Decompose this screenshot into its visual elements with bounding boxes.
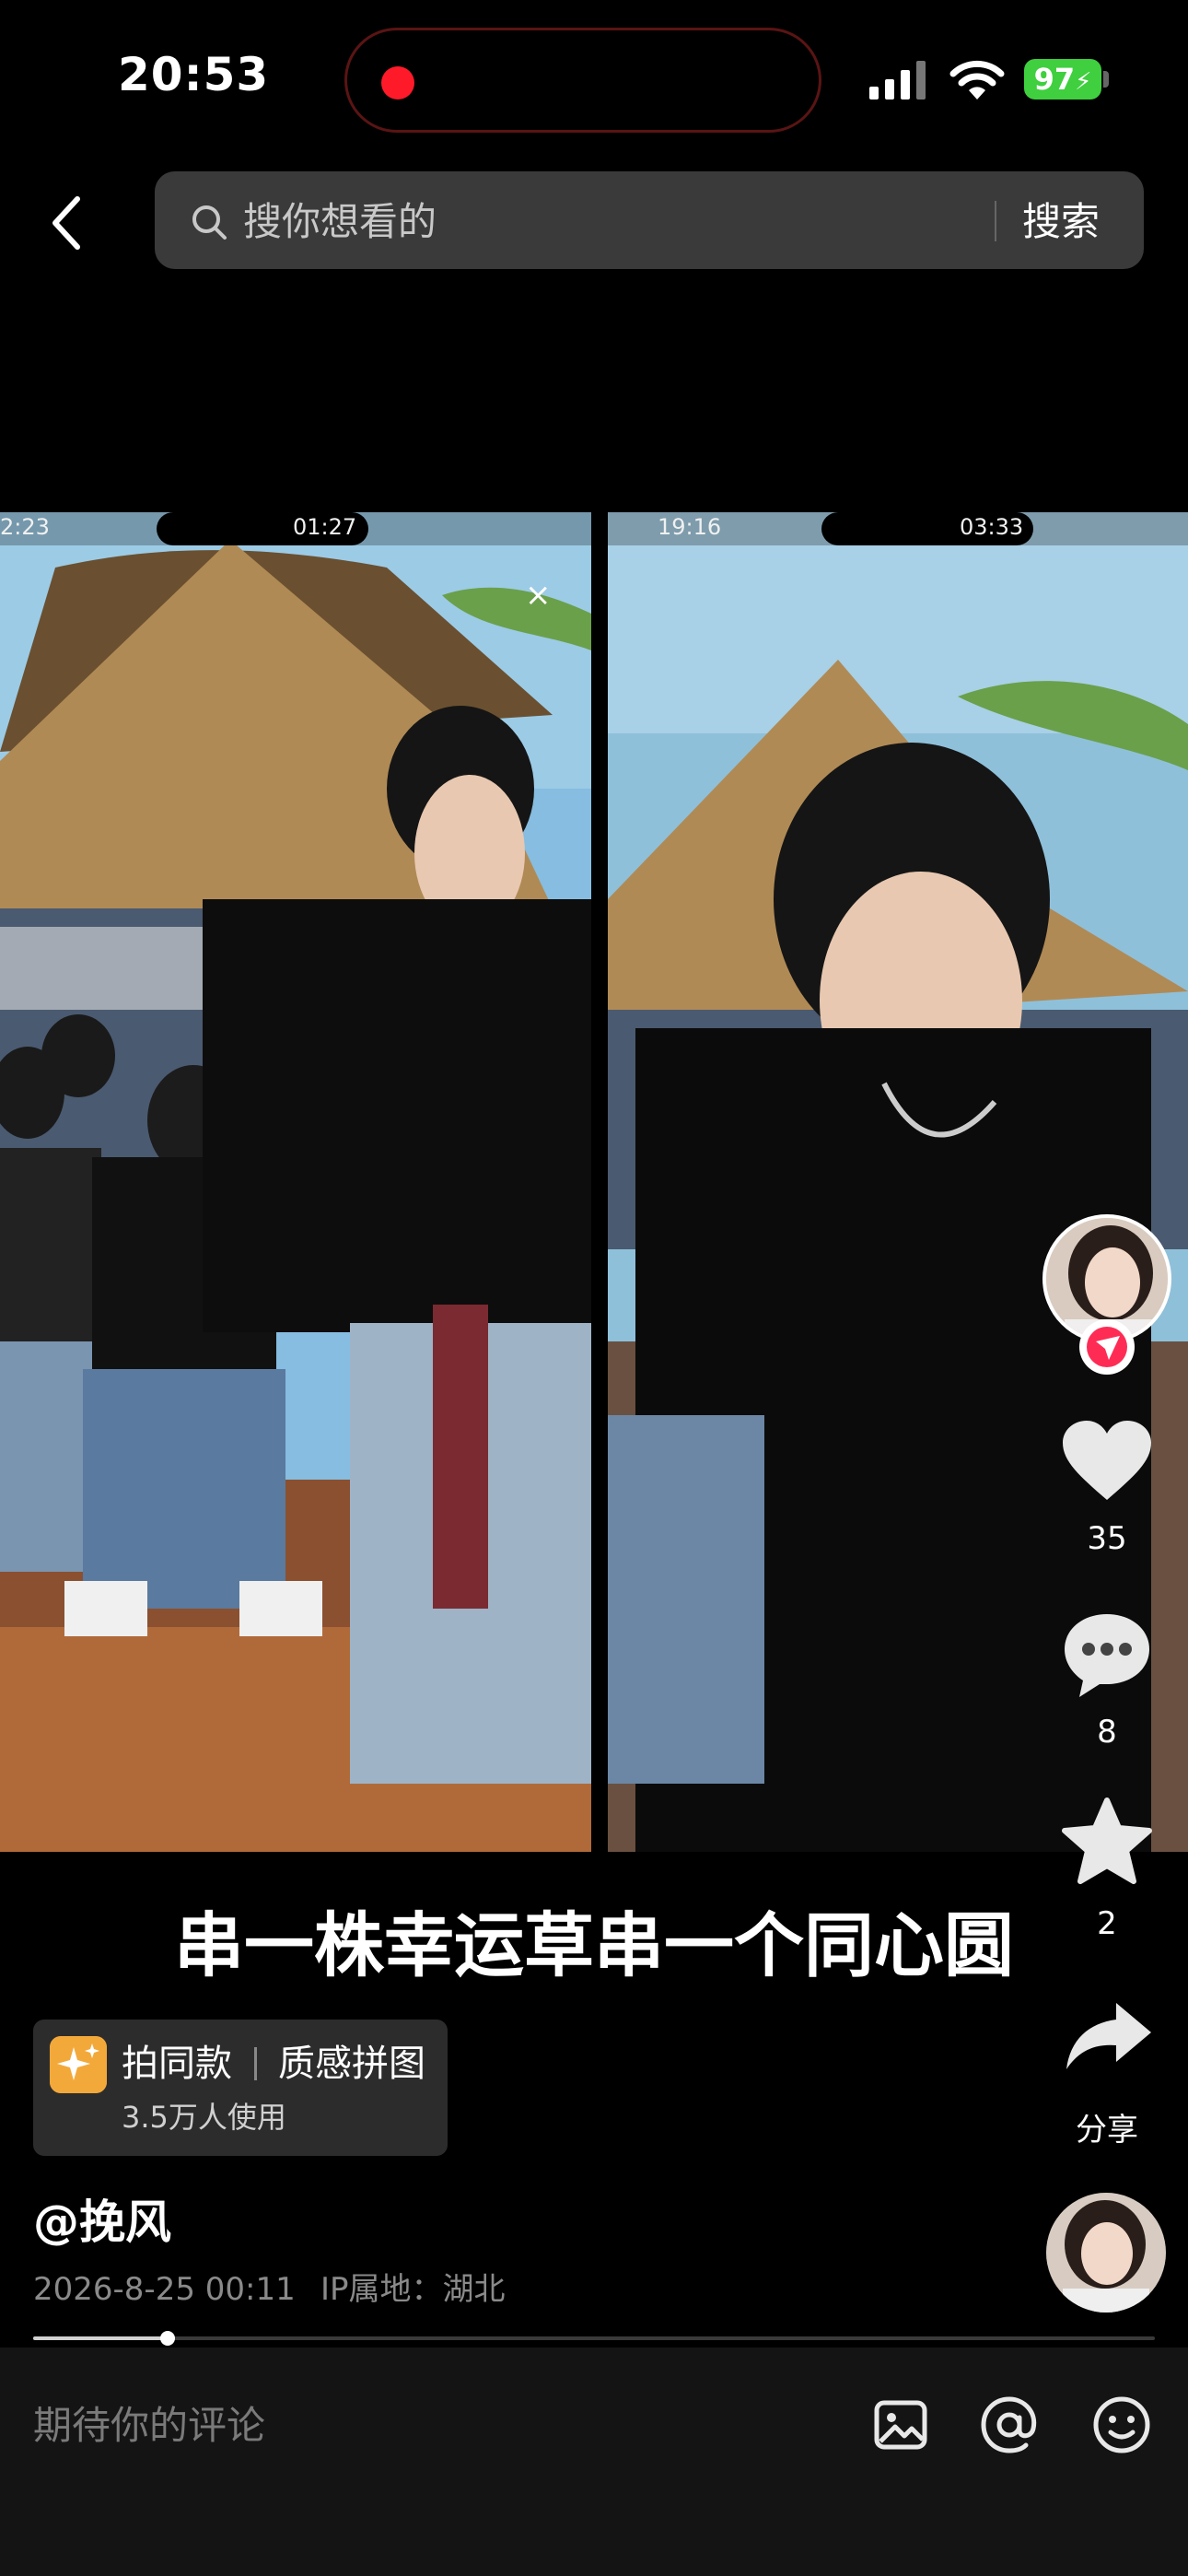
back-chevron-icon[interactable]	[42, 190, 90, 256]
sparkle-icon	[50, 2036, 107, 2093]
video-caption: 串一株幸运草串一个同心圆	[174, 1904, 1014, 1986]
video-progress-fill	[33, 2336, 168, 2340]
battery-icon: 97⚡	[1024, 59, 1101, 100]
mention-at-icon[interactable]	[980, 2395, 1039, 2454]
embedded-status-right: 19:16 03:33	[608, 512, 1188, 545]
close-icon: ×	[525, 577, 552, 614]
video-progress-handle[interactable]	[160, 2331, 175, 2346]
video-panel-left[interactable]: 2:23 01:27 ×	[0, 512, 591, 1852]
embedded-status-left: 2:23 01:27	[0, 512, 591, 545]
template-shoot-same-label[interactable]: 拍同款	[122, 2038, 232, 2090]
battery-tip	[1103, 71, 1109, 88]
recording-indicator-icon	[381, 66, 414, 100]
share-label[interactable]: 分享	[1050, 2104, 1164, 2149]
wifi-icon	[949, 60, 1005, 100]
music-disc-image	[1046, 2193, 1166, 2313]
like-count: 35	[1087, 1520, 1127, 1557]
embedded-time-right: 19:16	[658, 514, 722, 540]
embedded-clock-left: 01:27	[293, 514, 357, 540]
template-name-label[interactable]: 质感拼图	[278, 2038, 425, 2090]
embedded-clock-right: 03:33	[960, 514, 1024, 540]
comment-bar	[0, 2348, 1188, 2576]
embedded-time-left: 2:23	[0, 514, 50, 540]
music-disc-avatar[interactable]	[1046, 2193, 1166, 2313]
template-usage-count: 3.5万人使用	[122, 2100, 286, 2135]
cellular-signal-icon	[869, 61, 926, 100]
follow-badge-icon[interactable]	[1079, 1319, 1135, 1375]
search-divider	[995, 201, 996, 241]
image-icon[interactable]	[873, 2397, 928, 2453]
comment-bubble-icon[interactable]	[1061, 1610, 1153, 1699]
favorite-star-icon[interactable]	[1061, 1797, 1153, 1885]
status-time: 20:53	[118, 48, 270, 101]
comment-count: 8	[1097, 1714, 1117, 1751]
post-date: 2026-8-25 00:11	[33, 2271, 296, 2308]
search-placeholder[interactable]: 搜你想看的	[243, 195, 437, 249]
search-icon	[192, 205, 227, 240]
search-button[interactable]: 搜索	[1022, 195, 1100, 249]
author-name[interactable]: @挽风	[33, 2193, 171, 2252]
ip-location: IP属地：湖北	[320, 2271, 506, 2308]
video-progress-bar[interactable]	[33, 2336, 1155, 2340]
battery-level: 97	[1033, 62, 1076, 97]
emoji-icon[interactable]	[1092, 2395, 1151, 2454]
template-divider	[254, 2047, 257, 2080]
share-arrow-icon[interactable]	[1065, 1999, 1153, 2073]
video-frame-left	[0, 512, 591, 1852]
comment-input[interactable]: 期待你的评论	[33, 2399, 265, 2453]
favorite-count: 2	[1097, 1905, 1117, 1942]
like-heart-icon[interactable]	[1061, 1419, 1153, 1504]
dynamic-island	[344, 28, 821, 133]
